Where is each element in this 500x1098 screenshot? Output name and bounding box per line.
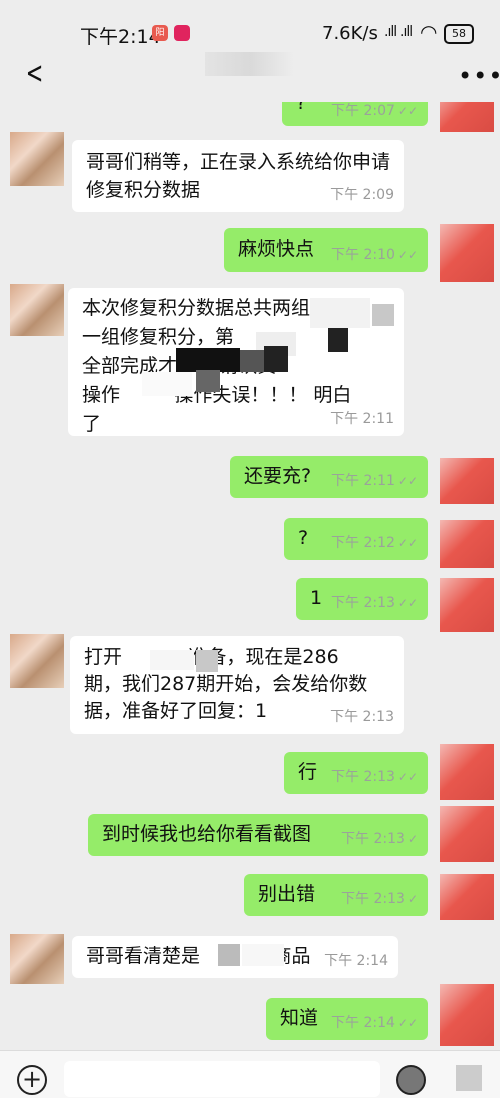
notification-app-icon-2	[174, 25, 190, 41]
message-bubble-received[interactable]: 哥哥们稍等，正在录入系统给你申请 修复积分数据 下午 2:09	[72, 140, 404, 212]
message-text: ?	[298, 527, 309, 549]
message-bubble-sent[interactable]: 麻烦快点 下午 2:10 ✓✓	[224, 228, 428, 272]
my-avatar[interactable]	[440, 224, 494, 282]
redaction-mosaic	[328, 328, 348, 352]
contact-avatar[interactable]	[10, 132, 64, 186]
message-time: 下午 2:12 ✓✓	[331, 535, 418, 551]
contact-avatar[interactable]	[10, 934, 64, 984]
read-check-icon: ✓✓	[397, 1016, 418, 1030]
chat-title-redacted	[205, 52, 295, 76]
message-bubble-sent[interactable]: 行 下午 2:13 ✓✓	[284, 752, 428, 794]
signal-icon: .ıll	[384, 24, 397, 40]
my-avatar[interactable]	[440, 102, 494, 132]
redaction-mosaic	[196, 370, 220, 392]
message-bubble-sent[interactable]: ? 下午 2:12 ✓✓	[284, 518, 428, 560]
message-time: 下午 2:07 ✓✓	[331, 103, 418, 119]
my-avatar[interactable]	[440, 578, 494, 632]
redaction-mosaic	[240, 350, 264, 372]
message-bubble-sent[interactable]: ? 下午 2:07 ✓✓	[282, 102, 428, 126]
status-time: 下午2:14	[80, 26, 161, 48]
read-check-icon: ✓✓	[397, 104, 418, 118]
network-speed: 7.6K/s	[322, 23, 378, 44]
redaction-mosaic	[150, 650, 194, 670]
redaction-mosaic	[142, 372, 192, 396]
read-check-icon: ✓	[407, 832, 418, 846]
message-text: 1	[310, 587, 323, 609]
message-bubble-sent[interactable]: 别出错 下午 2:13 ✓	[244, 874, 428, 916]
message-text: 别出错	[258, 883, 316, 905]
message-time: 下午 2:09	[330, 187, 394, 203]
read-check-icon: ✓✓	[397, 474, 418, 488]
message-time: 下午 2:11	[330, 411, 394, 427]
read-check-icon: ✓✓	[397, 248, 418, 262]
message-time: 下午 2:11 ✓✓	[331, 473, 418, 489]
emoji-icon[interactable]	[396, 1065, 426, 1095]
message-bubble-sent[interactable]: 到时候我也给你看看截图 下午 2:13 ✓	[88, 814, 428, 856]
sticker-icon[interactable]	[456, 1065, 482, 1091]
my-avatar[interactable]	[440, 458, 494, 504]
redaction-mosaic	[242, 944, 284, 966]
wifi-icon: ◠	[420, 20, 438, 44]
message-time: 下午 2:10 ✓✓	[331, 247, 418, 263]
message-time: 下午 2:13 ✓✓	[331, 595, 418, 611]
message-bubble-sent[interactable]: 1 下午 2:13 ✓✓	[296, 578, 428, 620]
contact-avatar[interactable]	[10, 284, 64, 336]
my-avatar[interactable]	[440, 874, 494, 920]
signal-icon-2: .ıll	[400, 24, 413, 40]
read-check-icon: ✓✓	[397, 596, 418, 610]
redaction-mosaic	[176, 348, 240, 372]
contact-avatar[interactable]	[10, 634, 64, 688]
message-time: 下午 2:13	[330, 709, 394, 725]
message-bubble-sent[interactable]: 知道 下午 2:14 ✓✓	[266, 998, 428, 1040]
input-bar: +	[0, 1050, 500, 1098]
message-text: 到时候我也给你看看截图	[102, 823, 312, 845]
message-time: 下午 2:14	[324, 953, 388, 969]
message-time: 下午 2:13 ✓	[341, 891, 418, 907]
my-avatar[interactable]	[440, 806, 494, 862]
message-text: 麻烦快点	[238, 238, 315, 260]
more-dots-icon[interactable]: •••	[458, 62, 500, 90]
message-input[interactable]	[64, 1061, 380, 1097]
message-time: 下午 2:14 ✓✓	[331, 1015, 418, 1031]
message-text: 还要充?	[244, 465, 312, 487]
message-text: ?	[296, 102, 307, 114]
notification-app-icon: 阳	[152, 25, 168, 41]
my-avatar[interactable]	[440, 984, 494, 1046]
redaction-mosaic	[264, 346, 288, 372]
my-avatar[interactable]	[440, 520, 494, 568]
message-list[interactable]: ? 下午 2:07 ✓✓ 哥哥们稍等，正在录入系统给你申请 修复积分数据 下午 2…	[0, 102, 500, 1050]
redaction-mosaic	[196, 650, 218, 672]
message-time: 下午 2:13 ✓✓	[331, 769, 418, 785]
plus-circle-icon[interactable]: +	[17, 1065, 47, 1095]
message-text: 知道	[280, 1007, 319, 1029]
read-check-icon: ✓	[407, 892, 418, 906]
chevron-left-icon[interactable]: <	[26, 59, 44, 89]
message-bubble-received[interactable]: 打开 准备，现在是286 期，我们287期开始，会发给你数 据，准备好了回复：1…	[70, 636, 404, 734]
message-text: 行	[298, 761, 318, 783]
read-check-icon: ✓✓	[397, 770, 418, 784]
message-time: 下午 2:13 ✓	[341, 831, 418, 847]
message-bubble-sent[interactable]: 还要充? 下午 2:11 ✓✓	[230, 456, 428, 498]
redaction-mosaic	[310, 298, 370, 328]
battery-icon: 58	[444, 24, 474, 44]
my-avatar[interactable]	[440, 744, 494, 800]
redaction-mosaic	[372, 304, 394, 326]
chat-header: < •••	[0, 52, 500, 102]
read-check-icon: ✓✓	[397, 536, 418, 550]
message-text: 打开 准备，现在是286 期，我们287期开始，会发给你数 据，准备好了回复：1	[84, 646, 368, 722]
redaction-mosaic	[218, 944, 240, 966]
